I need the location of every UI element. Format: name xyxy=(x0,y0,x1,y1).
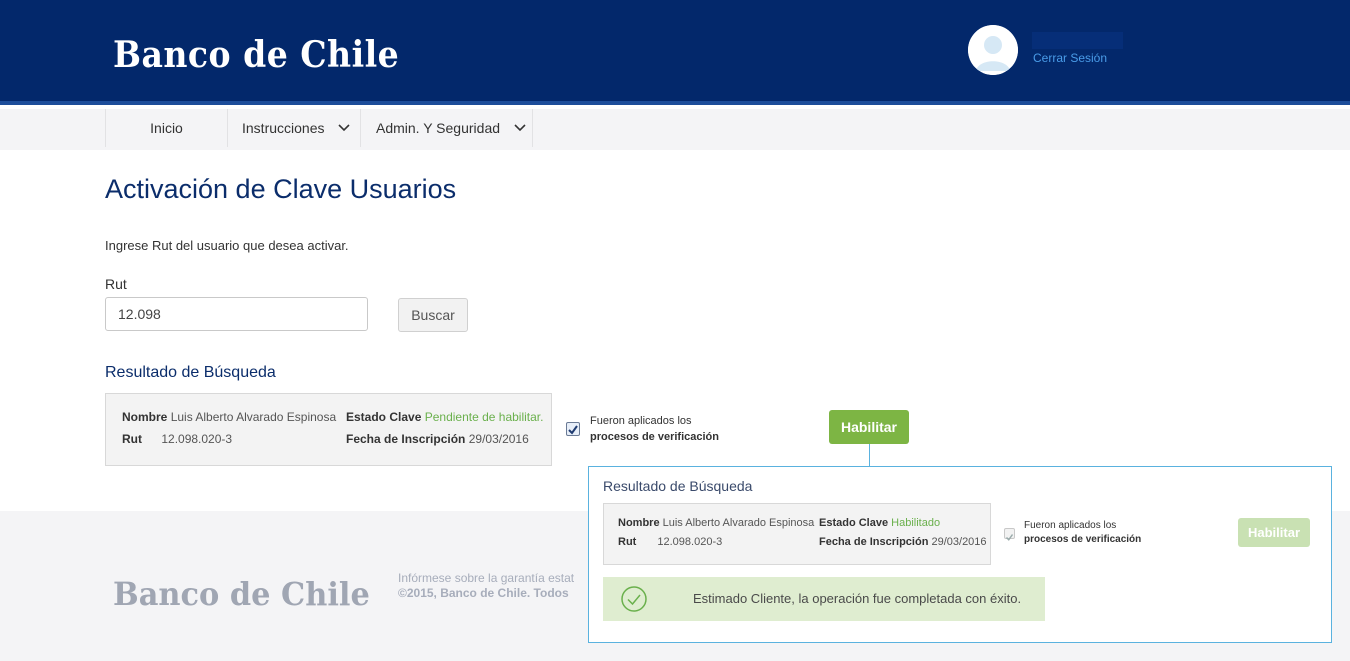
popup-result-estado: Estado Clave Habilitado xyxy=(819,517,940,529)
instructions-text: Ingrese Rut del usuario que desea activa… xyxy=(105,238,349,253)
popup-rut-value: 12.098.020-3 xyxy=(657,536,723,548)
logout-link[interactable]: Cerrar Sesión xyxy=(1033,51,1107,65)
footer-line-1[interactable]: Infórmese sobre la garantía estat xyxy=(398,571,574,586)
rut-label: Rut xyxy=(105,276,127,292)
result-nombre: Nombre Luis Alberto Alvarado Espinosa xyxy=(122,410,336,424)
footer-line-2: ©2015, Banco de Chile. Todos xyxy=(398,586,569,600)
user-avatar[interactable] xyxy=(968,25,1018,75)
fecha-label: Fecha de Inscripción xyxy=(346,432,466,446)
callout-connector xyxy=(869,444,870,466)
popup-result-nombre: Nombre Luis Alberto Alvarado Espinosa xyxy=(618,517,814,529)
checkmark-icon xyxy=(1005,534,1014,541)
result-card: Nombre Luis Alberto Alvarado Espinosa Ru… xyxy=(105,393,552,466)
nav-item-admin-seguridad[interactable]: Admin. Y Seguridad xyxy=(360,109,533,147)
verification-label: Fueron aplicados los procesos de verific… xyxy=(590,413,719,445)
check-circle-icon xyxy=(621,586,647,612)
nav-item-inicio[interactable]: Inicio xyxy=(105,109,227,147)
popup-result-fecha: Fecha de Inscripción 29/03/2016 xyxy=(819,536,987,548)
popup-result-rut: Rut 12.098.020-3 xyxy=(618,536,722,548)
popup-nombre-value: Luis Alberto Alvarado Espinosa xyxy=(662,517,815,529)
search-button[interactable]: Buscar xyxy=(398,298,468,332)
fecha-value: 29/03/2016 xyxy=(468,432,529,446)
success-message: Estimado Cliente, la operación fue compl… xyxy=(693,591,1022,606)
result-estado: Estado Clave Pendiente de habilitar. xyxy=(346,410,543,424)
nav-item-label: Inicio xyxy=(150,120,183,136)
checkmark-icon xyxy=(568,425,578,435)
verification-line-2: procesos de verificación xyxy=(590,431,719,443)
nombre-label: Nombre xyxy=(122,410,168,424)
page-title: Activación de Clave Usuarios xyxy=(105,174,457,204)
chevron-down-icon xyxy=(338,124,351,132)
result-rut: Rut 12.098.020-3 xyxy=(122,432,232,446)
verification-checkbox[interactable] xyxy=(566,422,580,436)
verification-line-1: Fueron aplicados los xyxy=(590,415,692,427)
result-title: Resultado de Búsqueda xyxy=(105,364,276,381)
popup-rut-label: Rut xyxy=(618,536,637,548)
result-callout-panel: Resultado de Búsqueda Nombre Luis Albert… xyxy=(588,466,1332,643)
bank-logo[interactable]: Banco de Chile xyxy=(113,34,399,76)
popup-nombre-label: Nombre xyxy=(618,517,660,529)
popup-result-title: Resultado de Búsqueda xyxy=(603,478,753,494)
popup-verification-label: Fueron aplicados los procesos de verific… xyxy=(1024,519,1141,547)
popup-verification-line-1: Fueron aplicados los xyxy=(1024,520,1117,531)
popup-fecha-value: 29/03/2016 xyxy=(931,536,987,548)
user-silhouette-icon xyxy=(968,25,1018,75)
nav-item-label: Instrucciones xyxy=(242,120,325,136)
footer-text: Infórmese sobre la garantía estat ©2015,… xyxy=(398,571,574,601)
nav-item-label: Admin. Y Seguridad xyxy=(376,120,501,136)
habilitar-button[interactable]: Habilitar xyxy=(829,410,909,444)
rut-input[interactable] xyxy=(105,297,368,331)
top-header: Banco de Chile Cerrar Sesión xyxy=(0,0,1350,105)
chevron-down-icon xyxy=(514,124,526,132)
popup-result-card: Nombre Luis Alberto Alvarado Espinosa Ru… xyxy=(603,503,991,565)
popup-fecha-label: Fecha de Inscripción xyxy=(819,536,929,548)
estado-value: Pendiente de habilitar. xyxy=(424,410,544,424)
success-alert: Estimado Cliente, la operación fue compl… xyxy=(603,577,1045,621)
popup-verification-line-2: procesos de verificación xyxy=(1024,534,1142,545)
footer-logo: Banco de Chile xyxy=(113,575,370,613)
rut-row-value: 12.098.020-3 xyxy=(161,432,233,446)
popup-estado-label: Estado Clave xyxy=(819,517,889,529)
popup-habilitar-button-disabled: Habilitar xyxy=(1238,518,1310,547)
result-fecha: Fecha de Inscripción 29/03/2016 xyxy=(346,432,529,446)
estado-label: Estado Clave xyxy=(346,410,422,424)
popup-verification-checkbox[interactable] xyxy=(1004,528,1015,541)
rut-row-label: Rut xyxy=(122,432,142,446)
popup-estado-value: Habilitado xyxy=(891,517,941,529)
user-name-placeholder xyxy=(1032,32,1123,49)
main-nav: Inicio Instrucciones Admin. Y Seguridad xyxy=(0,109,1350,150)
nombre-value: Luis Alberto Alvarado Espinosa xyxy=(170,410,337,424)
nav-item-instrucciones[interactable]: Instrucciones xyxy=(227,109,360,147)
